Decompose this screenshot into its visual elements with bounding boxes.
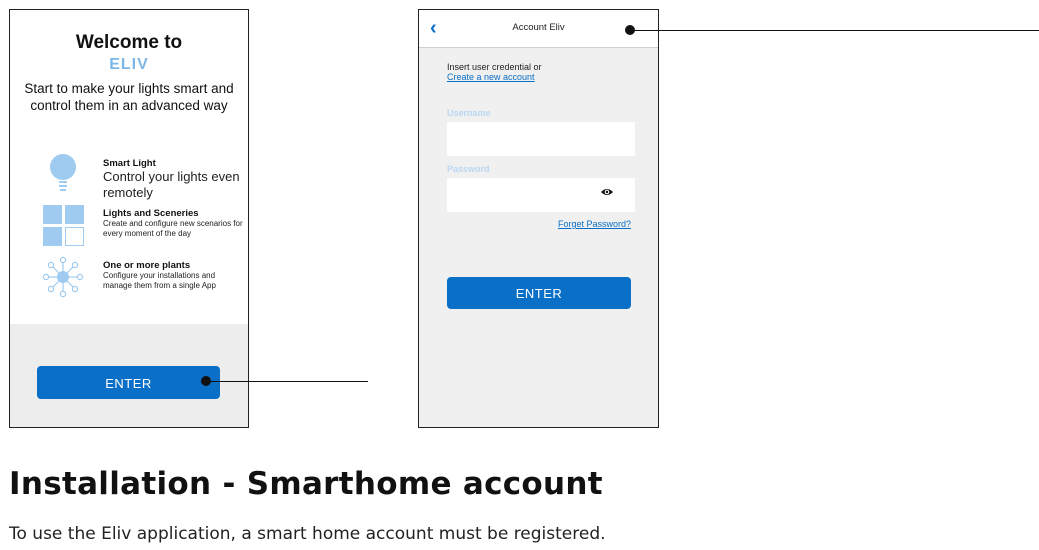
enter-button[interactable]: ENTER xyxy=(447,277,631,309)
feature-title: One or more plants xyxy=(103,260,191,271)
feature-description: Create and configure new scenarios for e… xyxy=(103,219,243,238)
lightbulb-icon xyxy=(50,154,76,191)
feature-title: Lights and Sceneries xyxy=(103,208,199,219)
eye-icon[interactable] xyxy=(600,187,614,197)
feature-title: Smart Light xyxy=(103,158,156,169)
intro-text: Start to make your lights smart and cont… xyxy=(24,81,234,113)
password-label: Password xyxy=(447,164,490,174)
header-bar: ‹ Account Eliv xyxy=(419,10,658,48)
brand-name: ELIV xyxy=(109,56,149,73)
insert-credential-text: Insert user credential or xyxy=(447,62,542,72)
body-paragraph: To use the Eliv application, a smart hom… xyxy=(9,524,606,544)
header-title: Account Eliv xyxy=(512,22,565,33)
feature-description: Control your lights even remotely xyxy=(103,169,240,200)
username-field[interactable] xyxy=(447,122,635,156)
username-label: Username xyxy=(447,108,491,118)
welcome-title: Welcome to xyxy=(75,32,183,53)
account-screen: ‹ Account Eliv Insert user credential or… xyxy=(418,9,659,428)
forget-password-link[interactable]: Forget Password? xyxy=(545,219,631,229)
callout-line xyxy=(630,30,1039,31)
welcome-screen: Welcome to ELIV Start to make your light… xyxy=(9,9,249,428)
tiles-icon xyxy=(43,205,84,246)
callout-line xyxy=(206,381,368,382)
page-heading: Installation - Smarthome account xyxy=(9,466,603,502)
feature-description: Configure your installations and manage … xyxy=(103,271,216,290)
create-account-link[interactable]: Create a new account xyxy=(447,72,535,82)
network-icon xyxy=(42,256,84,298)
enter-button[interactable]: ENTER xyxy=(37,366,220,399)
